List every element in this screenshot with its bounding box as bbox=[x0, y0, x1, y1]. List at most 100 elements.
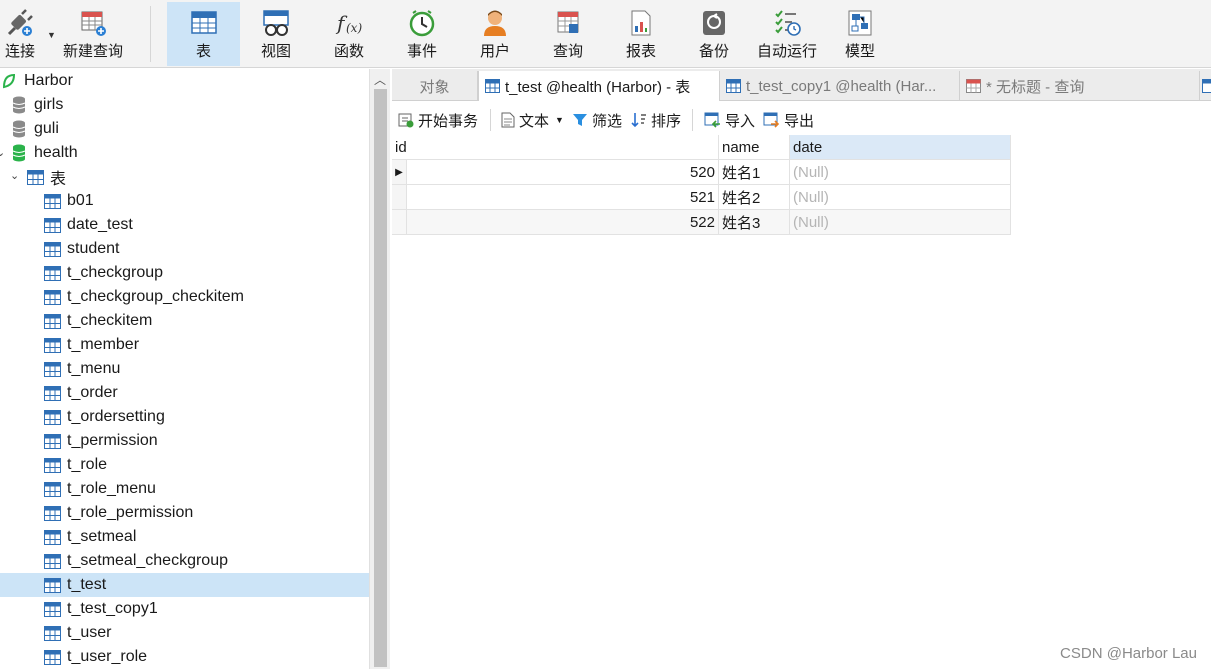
table-icon bbox=[43, 624, 61, 642]
table-name: t_permission bbox=[67, 432, 158, 449]
model-button[interactable]: 模型 bbox=[832, 2, 888, 66]
tree-database-girls[interactable]: girls bbox=[0, 93, 369, 117]
query-icon bbox=[557, 11, 579, 33]
tree-table-item[interactable]: t_order bbox=[0, 381, 369, 405]
scrollbar-thumb[interactable] bbox=[374, 89, 387, 667]
cell-date[interactable]: (Null) bbox=[790, 160, 1011, 185]
table-icon bbox=[43, 264, 61, 282]
tree-table-item[interactable]: t_role_menu bbox=[0, 477, 369, 501]
tree-table-item[interactable]: t_test_copy1 bbox=[0, 597, 369, 621]
tree-table-item[interactable]: t_member bbox=[0, 333, 369, 357]
caret-down-icon[interactable]: ▼ bbox=[555, 115, 564, 125]
backup-label: 备份 bbox=[698, 43, 729, 60]
table-row[interactable]: 522 姓名3 (Null) bbox=[392, 210, 1011, 235]
begin-transaction-button[interactable]: 开始事务 bbox=[398, 109, 478, 131]
toolbar-divider bbox=[490, 109, 491, 131]
tree-table-item[interactable]: t_user_role bbox=[0, 645, 369, 669]
connect-button[interactable]: 连接 bbox=[0, 2, 40, 66]
scroll-up-icon[interactable]: ︿ bbox=[374, 71, 386, 88]
tree-table-item[interactable]: t_permission bbox=[0, 429, 369, 453]
tree-table-item[interactable]: student bbox=[0, 237, 369, 261]
table-button[interactable]: 表 bbox=[167, 2, 240, 66]
table-row[interactable]: ▶ 520 姓名1 (Null) bbox=[392, 160, 1011, 185]
import-label: 导入 bbox=[725, 112, 756, 130]
table-name: t_checkgroup_checkitem bbox=[67, 288, 244, 305]
table-row[interactable]: 521 姓名2 (Null) bbox=[392, 185, 1011, 210]
tree-table-item[interactable]: t_role_permission bbox=[0, 501, 369, 525]
tree-table-item[interactable]: t_test bbox=[0, 573, 369, 597]
table-name: t_test bbox=[67, 576, 107, 593]
tree-table-item[interactable]: t_setmeal_checkgroup bbox=[0, 549, 369, 573]
column-header-id[interactable]: id bbox=[392, 135, 719, 160]
report-button[interactable]: 报表 bbox=[611, 2, 671, 66]
tree-database-health[interactable]: ⌄ health bbox=[0, 141, 369, 165]
filter-button[interactable]: 筛选 bbox=[572, 109, 622, 131]
tree-table-item[interactable]: t_user bbox=[0, 621, 369, 645]
automation-label: 自动运行 bbox=[756, 43, 817, 60]
sort-button[interactable]: 排序 bbox=[631, 109, 681, 131]
table-icon bbox=[726, 79, 741, 93]
cell-name[interactable]: 姓名3 bbox=[719, 210, 790, 235]
tree-table-item[interactable]: b01 bbox=[0, 189, 369, 213]
database-icon bbox=[10, 96, 28, 114]
tree-table-item[interactable]: t_checkgroup_checkitem bbox=[0, 285, 369, 309]
tab-untitled-query[interactable]: * 无标题 - 查询 bbox=[960, 71, 1200, 101]
table-name: t_role_menu bbox=[67, 480, 156, 497]
tree-table-item[interactable]: t_setmeal bbox=[0, 525, 369, 549]
row-indicator[interactable] bbox=[392, 210, 407, 235]
export-button[interactable]: 导出 bbox=[763, 109, 814, 131]
backup-button[interactable]: 备份 bbox=[684, 2, 744, 66]
import-button[interactable]: 导入 bbox=[704, 109, 755, 131]
event-button[interactable]: 事件 bbox=[392, 2, 452, 66]
tree-table-item[interactable]: t_role bbox=[0, 453, 369, 477]
cell-name[interactable]: 姓名1 bbox=[719, 160, 790, 185]
cell-date[interactable]: (Null) bbox=[790, 210, 1011, 235]
table-name: t_ordersetting bbox=[67, 408, 165, 425]
row-indicator[interactable]: ▶ bbox=[392, 160, 407, 185]
connect-label: 连接 bbox=[4, 43, 35, 60]
text-button[interactable]: 文本 ▼ bbox=[501, 109, 564, 131]
cell-value: 522 bbox=[689, 213, 715, 231]
tree-table-item[interactable]: t_checkitem bbox=[0, 309, 369, 333]
cell-id[interactable]: 521 bbox=[407, 185, 719, 210]
export-label: 导出 bbox=[784, 112, 815, 130]
new-query-button[interactable]: 新建查询 bbox=[60, 2, 126, 66]
tree-table-item[interactable]: t_menu bbox=[0, 357, 369, 381]
new-query-label: 新建查询 bbox=[62, 43, 123, 60]
column-header-name[interactable]: name bbox=[719, 135, 790, 160]
export-icon bbox=[763, 112, 780, 128]
tree-table-item[interactable]: t_ordersetting bbox=[0, 405, 369, 429]
column-header-label: id bbox=[395, 138, 407, 156]
tree-scrollbar[interactable]: ︿ bbox=[369, 69, 390, 669]
cell-date[interactable]: (Null) bbox=[790, 185, 1011, 210]
tab-t-test[interactable]: t_test @health (Harbor) - 表 bbox=[478, 71, 720, 101]
cell-name[interactable]: 姓名2 bbox=[719, 185, 790, 210]
function-button[interactable]: f (x) 函数 bbox=[319, 2, 379, 66]
user-button[interactable]: 用户 bbox=[465, 2, 525, 66]
database-name: girls bbox=[34, 96, 64, 113]
tree-table-item[interactable]: t_checkgroup bbox=[0, 261, 369, 285]
table-name: t_user bbox=[67, 624, 112, 641]
tree-tables-group[interactable]: ⌄ 表 bbox=[0, 165, 369, 189]
connect-dropdown-caret[interactable]: ▼ bbox=[47, 30, 56, 40]
row-indicator[interactable] bbox=[392, 185, 407, 210]
query-button[interactable]: 查询 bbox=[538, 2, 598, 66]
import-icon bbox=[704, 112, 721, 128]
table-name: t_order bbox=[67, 384, 118, 401]
current-row-arrow-icon: ▶ bbox=[395, 166, 403, 178]
chevron-down-icon[interactable]: ⌄ bbox=[0, 146, 5, 159]
automation-button[interactable]: 自动运行 bbox=[755, 2, 819, 66]
tree-database-guli[interactable]: guli bbox=[0, 117, 369, 141]
tree-table-item[interactable]: date_test bbox=[0, 213, 369, 237]
tab-objects[interactable]: 对象 bbox=[392, 71, 478, 101]
transaction-icon bbox=[398, 112, 414, 128]
chevron-down-icon[interactable]: ⌄ bbox=[10, 169, 19, 182]
view-button[interactable]: 视图 bbox=[246, 2, 306, 66]
column-header-date[interactable]: date bbox=[790, 135, 1011, 160]
database-open-icon bbox=[10, 144, 28, 162]
tree-connection[interactable]: Harbor bbox=[0, 69, 369, 93]
tab-t-test-copy1[interactable]: t_test_copy1 @health (Har... bbox=[720, 71, 960, 101]
cell-id[interactable]: 520 bbox=[407, 160, 719, 185]
tab-overflow[interactable] bbox=[1200, 71, 1211, 101]
cell-id[interactable]: 522 bbox=[407, 210, 719, 235]
